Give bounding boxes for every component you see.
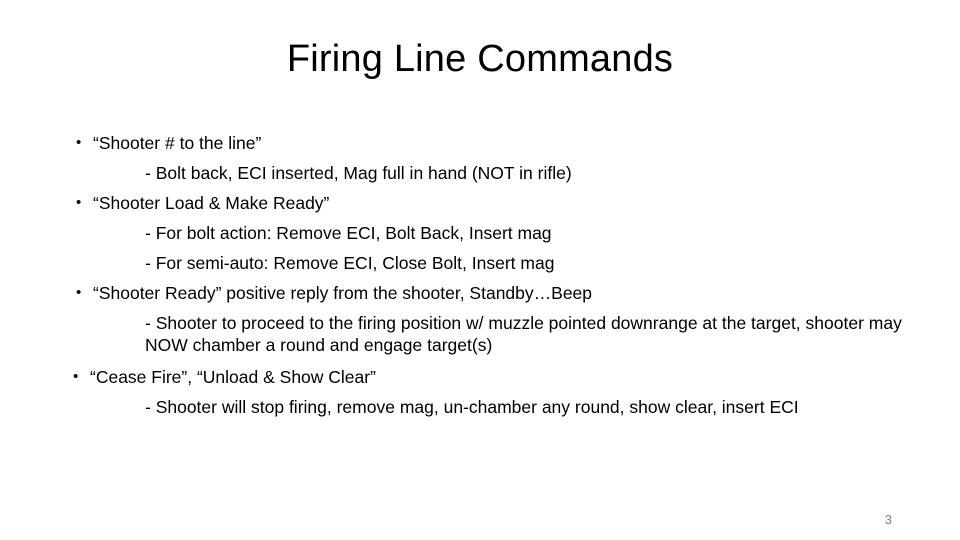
bullet-sub-line: - Bolt back, ECI inserted, Mag full in h…: [145, 163, 572, 183]
bullet-group: • “Shooter Load & Make Ready” - For bolt…: [64, 188, 894, 278]
bullet-sub-line: - For bolt action: Remove ECI, Bolt Back…: [145, 223, 552, 243]
bullet-item: • “Shooter Load & Make Ready”: [64, 188, 894, 218]
bullet-group: • “Cease Fire”, “Unload & Show Clear” - …: [64, 362, 894, 422]
bullet-item: • “Shooter # to the line”: [64, 128, 894, 158]
bullet-sub-line: - For semi-auto: Remove ECI, Close Bolt,…: [145, 253, 555, 273]
bullet-group: • “Shooter Ready” positive reply from th…: [64, 278, 902, 356]
bullet-point-icon: •: [73, 368, 79, 385]
slide-canvas: Firing Line Commands • “Shooter # to the…: [0, 0, 960, 540]
bullet-point-icon: •: [76, 194, 82, 211]
bullet-sub-line: - Shooter will stop firing, remove mag, …: [145, 397, 799, 417]
bullet-item-label: “Shooter # to the line”: [93, 133, 262, 153]
slide-body: • “Shooter # to the line” - Bolt back, E…: [64, 128, 902, 422]
page-title: Firing Line Commands: [286, 38, 674, 80]
page-number: 3: [884, 512, 892, 527]
bullet-item-label: “Cease Fire”, “Unload & Show Clear”: [90, 367, 376, 387]
bullet-point-icon: •: [76, 134, 82, 151]
bullet-sub-line: - Shooter to proceed to the firing posit…: [145, 313, 902, 355]
bullet-group: • “Shooter # to the line” - Bolt back, E…: [64, 128, 894, 188]
bullet-item-label: “Shooter Load & Make Ready”: [93, 193, 330, 213]
bullet-item: • “Shooter Ready” positive reply from th…: [64, 278, 894, 308]
bullet-item: • “Cease Fire”, “Unload & Show Clear”: [64, 362, 894, 392]
bullet-item-label: “Shooter Ready” positive reply from the …: [93, 283, 593, 303]
bullet-point-icon: •: [76, 284, 82, 301]
